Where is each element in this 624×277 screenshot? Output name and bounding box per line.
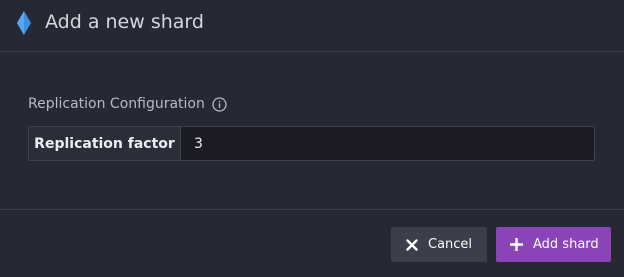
section-label-text: Replication Configuration bbox=[28, 96, 205, 112]
replication-factor-label: Replication factor bbox=[29, 127, 181, 160]
add-shard-button[interactable]: Add shard bbox=[496, 227, 611, 262]
plus-icon bbox=[510, 238, 523, 251]
replication-factor-field: Replication factor bbox=[28, 126, 595, 161]
diamond-logo-icon bbox=[14, 10, 34, 36]
dialog-body: Replication Configuration Replication fa… bbox=[0, 52, 624, 209]
add-shard-dialog: Add a new shard Replication Configuratio… bbox=[0, 0, 624, 277]
add-shard-button-label: Add shard bbox=[533, 237, 599, 252]
replication-configuration-heading: Replication Configuration bbox=[28, 95, 227, 113]
cancel-button[interactable]: Cancel bbox=[391, 227, 487, 262]
cancel-button-label: Cancel bbox=[428, 237, 473, 252]
dialog-footer: Cancel Add shard bbox=[0, 209, 624, 277]
replication-factor-input[interactable] bbox=[181, 127, 594, 160]
dialog-header: Add a new shard bbox=[0, 0, 624, 52]
close-icon bbox=[406, 238, 418, 251]
info-icon[interactable] bbox=[212, 96, 227, 112]
dialog-title: Add a new shard bbox=[45, 11, 204, 33]
